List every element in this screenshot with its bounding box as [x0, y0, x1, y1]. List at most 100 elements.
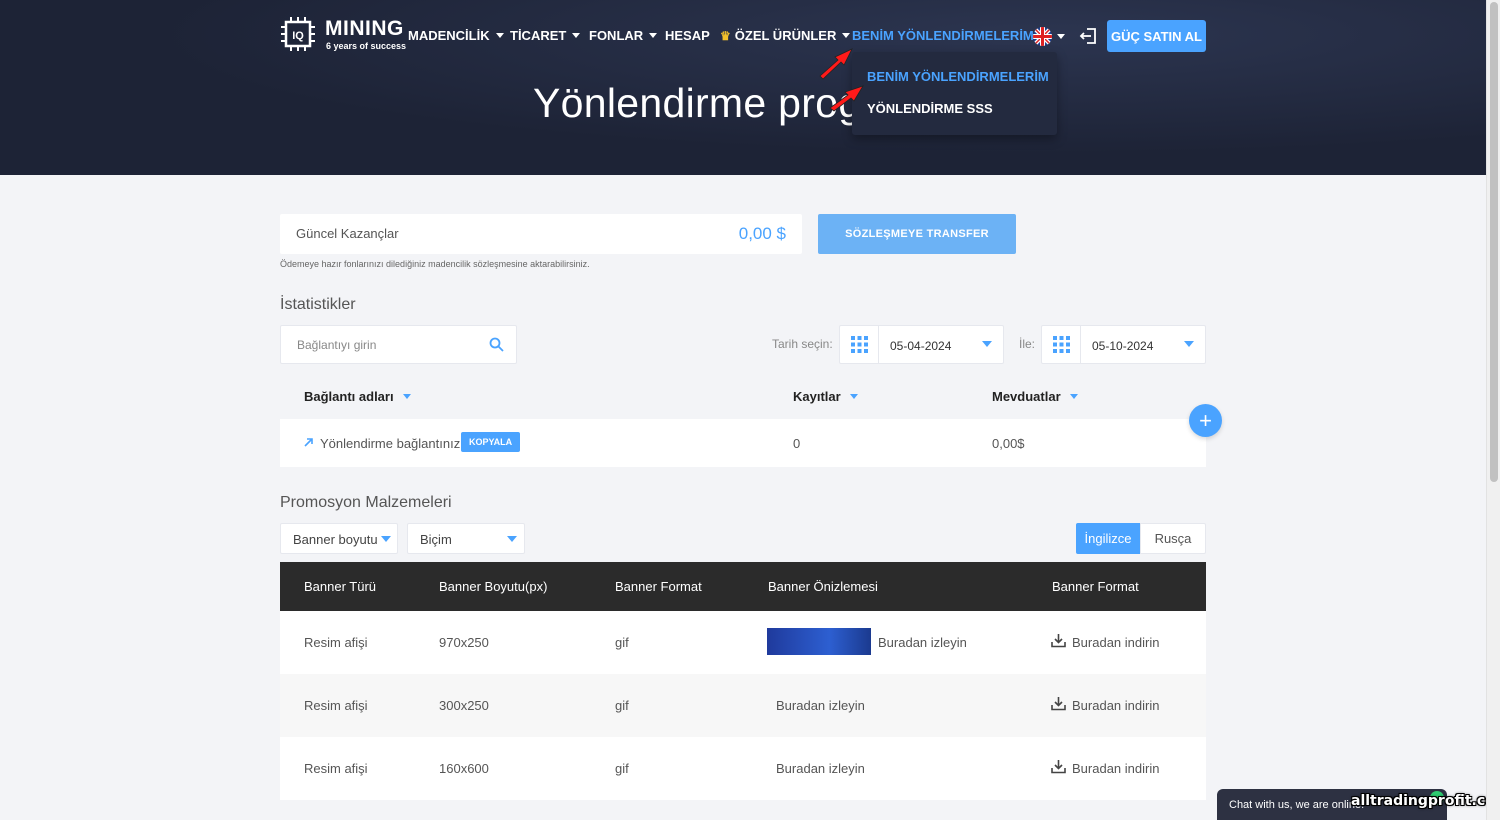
calendar-grid-icon	[1042, 326, 1081, 363]
download-link[interactable]: Buradan indirin	[1072, 698, 1159, 713]
link-search-input[interactable]	[281, 326, 481, 363]
scrollbar-thumb[interactable]	[1490, 2, 1498, 482]
sort-caret-icon	[1069, 394, 1078, 399]
banner-table: Banner Türü Banner Boyutu(px) Banner For…	[280, 562, 1206, 820]
logout-icon[interactable]	[1079, 26, 1099, 46]
table-row: Resim afişi 300x250 gif Buradan izleyin …	[280, 674, 1206, 737]
banner-table-header: Banner Türü Banner Boyutu(px) Banner For…	[280, 562, 1206, 611]
download-link[interactable]: Buradan indirin	[1072, 761, 1159, 776]
banner-preview-thumbnail[interactable]	[767, 628, 871, 655]
column-banner-download: Banner Format	[1052, 579, 1139, 594]
column-banner-size: Banner Boyutu(px)	[439, 579, 548, 594]
add-link-button[interactable]: +	[1189, 404, 1222, 437]
watermark-text: alltradingprofit.com	[1351, 793, 1500, 809]
page-title: Yönlendirme prog	[533, 80, 862, 126]
nav-madencilik[interactable]: MADENCİLİK	[408, 28, 504, 43]
banner-format: gif	[615, 698, 629, 713]
preview-link[interactable]: Buradan izleyin	[776, 761, 865, 776]
nav-label: MADENCİLİK	[408, 28, 490, 43]
column-link-names[interactable]: Bağlantı adları	[304, 389, 411, 404]
date-to-label: İle:	[1019, 337, 1036, 351]
banner-type: Resim afişi	[304, 635, 368, 650]
search-icon[interactable]	[489, 337, 504, 352]
logo-name: MINING	[325, 17, 404, 40]
transfer-to-contract-button[interactable]: SÖZLEŞMEYE TRANSFER	[818, 214, 1016, 254]
column-registrations[interactable]: Kayıtlar	[793, 389, 858, 404]
banner-size: 160x600	[439, 761, 489, 776]
earnings-value: 0,00 $	[738, 224, 786, 243]
uk-flag-icon[interactable]	[1033, 27, 1052, 46]
nav-ozel-urunler[interactable]: ♛ ÖZEL ÜRÜNLER	[720, 28, 851, 43]
nav-fonlar[interactable]: FONLAR	[589, 28, 658, 43]
nav-hesap[interactable]: HESAP	[665, 28, 710, 43]
dropdown-item-my-referrals[interactable]: BENİM YÖNLENDİRMELERİM	[867, 69, 1049, 84]
caret-down-icon	[572, 33, 581, 38]
registrations-value: 0	[793, 436, 801, 451]
link-search-box	[280, 325, 517, 364]
download-icon[interactable]	[1051, 633, 1066, 648]
earnings-label: Güncel Kazançlar	[296, 226, 399, 241]
nav-label: TİCARET	[510, 28, 567, 43]
site-logo[interactable]: IQ MINING 6 years of success	[280, 14, 408, 54]
banner-type: Resim afişi	[304, 698, 368, 713]
lang-russian-button[interactable]: Rusça	[1140, 523, 1206, 554]
preview-link[interactable]: Buradan izleyin	[878, 635, 967, 650]
statistics-title: İstatistikler	[280, 296, 356, 313]
statistics-table-header: Bağlantı adları Kayıtlar Mevduatlar	[280, 373, 1206, 419]
nav-benim-yonlendirmelerim[interactable]: BENİM YÖNLENDİRMELERİM	[852, 28, 1048, 43]
statistics-table: Bağlantı adları Kayıtlar Mevduatlar Yönl…	[280, 373, 1206, 467]
nav-label: ÖZEL ÜRÜNLER	[734, 28, 837, 43]
promo-materials-title: Promosyon Malzemeleri	[280, 494, 452, 511]
date-to-picker[interactable]: 05-10-2024	[1041, 325, 1206, 364]
referral-link-name[interactable]: Yönlendirme bağlantınız	[320, 436, 460, 451]
banner-size-label: Banner boyutu	[293, 532, 378, 547]
column-banner-format: Banner Format	[615, 579, 702, 594]
table-row: Yönlendirme bağlantınız KOPYALA 0 0,00$	[280, 419, 1206, 467]
chip-logo-icon: IQ	[281, 17, 315, 51]
logo-chip-text: IQ	[292, 30, 304, 42]
table-row: Resim afişi 970x250 gif Buradan izleyin …	[280, 611, 1206, 674]
lang-english-button[interactable]: İngilizce	[1076, 523, 1140, 554]
download-icon[interactable]	[1051, 759, 1066, 774]
nav-ticaret[interactable]: TİCARET	[510, 28, 581, 43]
caret-down-icon	[381, 536, 391, 542]
buy-power-button[interactable]: GÜÇ SATIN AL	[1107, 20, 1206, 52]
banner-format: gif	[615, 635, 629, 650]
banner-type: Resim afişi	[304, 761, 368, 776]
sort-caret-icon	[849, 394, 858, 399]
date-to-value: 05-10-2024	[1092, 339, 1154, 353]
table-row: Resim afişi 160x600 gif Buradan izleyin …	[280, 737, 1206, 800]
caret-down-icon	[842, 33, 851, 38]
banner-size: 970x250	[439, 635, 489, 650]
column-deposits[interactable]: Mevduatlar	[992, 389, 1078, 404]
preview-link[interactable]: Buradan izleyin	[776, 698, 865, 713]
date-from-picker[interactable]: 05-04-2024	[839, 325, 1004, 364]
earnings-hint: Ödemeye hazır fonlarınızı dilediğiniz ma…	[280, 259, 590, 269]
banner-size-select[interactable]: Banner boyutu	[280, 523, 398, 554]
download-link[interactable]: Buradan indirin	[1072, 635, 1159, 650]
caret-down-icon	[507, 536, 517, 542]
crown-icon: ♛	[720, 28, 731, 43]
caret-down-icon	[649, 33, 658, 38]
external-link-arrow-icon	[304, 438, 313, 447]
language-caret-icon[interactable]	[1057, 34, 1065, 39]
calendar-grid-icon	[840, 326, 879, 363]
date-from-value: 05-04-2024	[890, 339, 952, 353]
dropdown-item-referral-faq[interactable]: YÖNLENDİRME SSS	[867, 101, 993, 116]
navbar: IQ MINING 6 years of success MADENCİLİK …	[280, 14, 1210, 58]
download-icon[interactable]	[1051, 696, 1066, 711]
column-banner-type: Banner Türü	[304, 579, 377, 594]
chat-text: Chat with us, we are online!	[1229, 799, 1365, 811]
format-select[interactable]: Biçim	[407, 523, 525, 554]
referrals-dropdown-menu: BENİM YÖNLENDİRMELERİM YÖNLENDİRME SSS	[852, 52, 1057, 135]
nav-label: BENİM YÖNLENDİRMELERİM	[852, 28, 1034, 43]
caret-down-icon	[1184, 341, 1194, 347]
page-scrollbar[interactable]	[1486, 0, 1500, 820]
copy-link-button[interactable]: KOPYALA	[461, 432, 521, 452]
nav-label: FONLAR	[589, 28, 644, 43]
banner-size: 300x250	[439, 698, 489, 713]
logo-tagline: 6 years of success	[326, 41, 407, 51]
column-banner-preview: Banner Önizlemesi	[768, 579, 878, 594]
nav-label: HESAP	[665, 28, 710, 43]
date-select-label: Tarih seçin:	[772, 337, 833, 351]
